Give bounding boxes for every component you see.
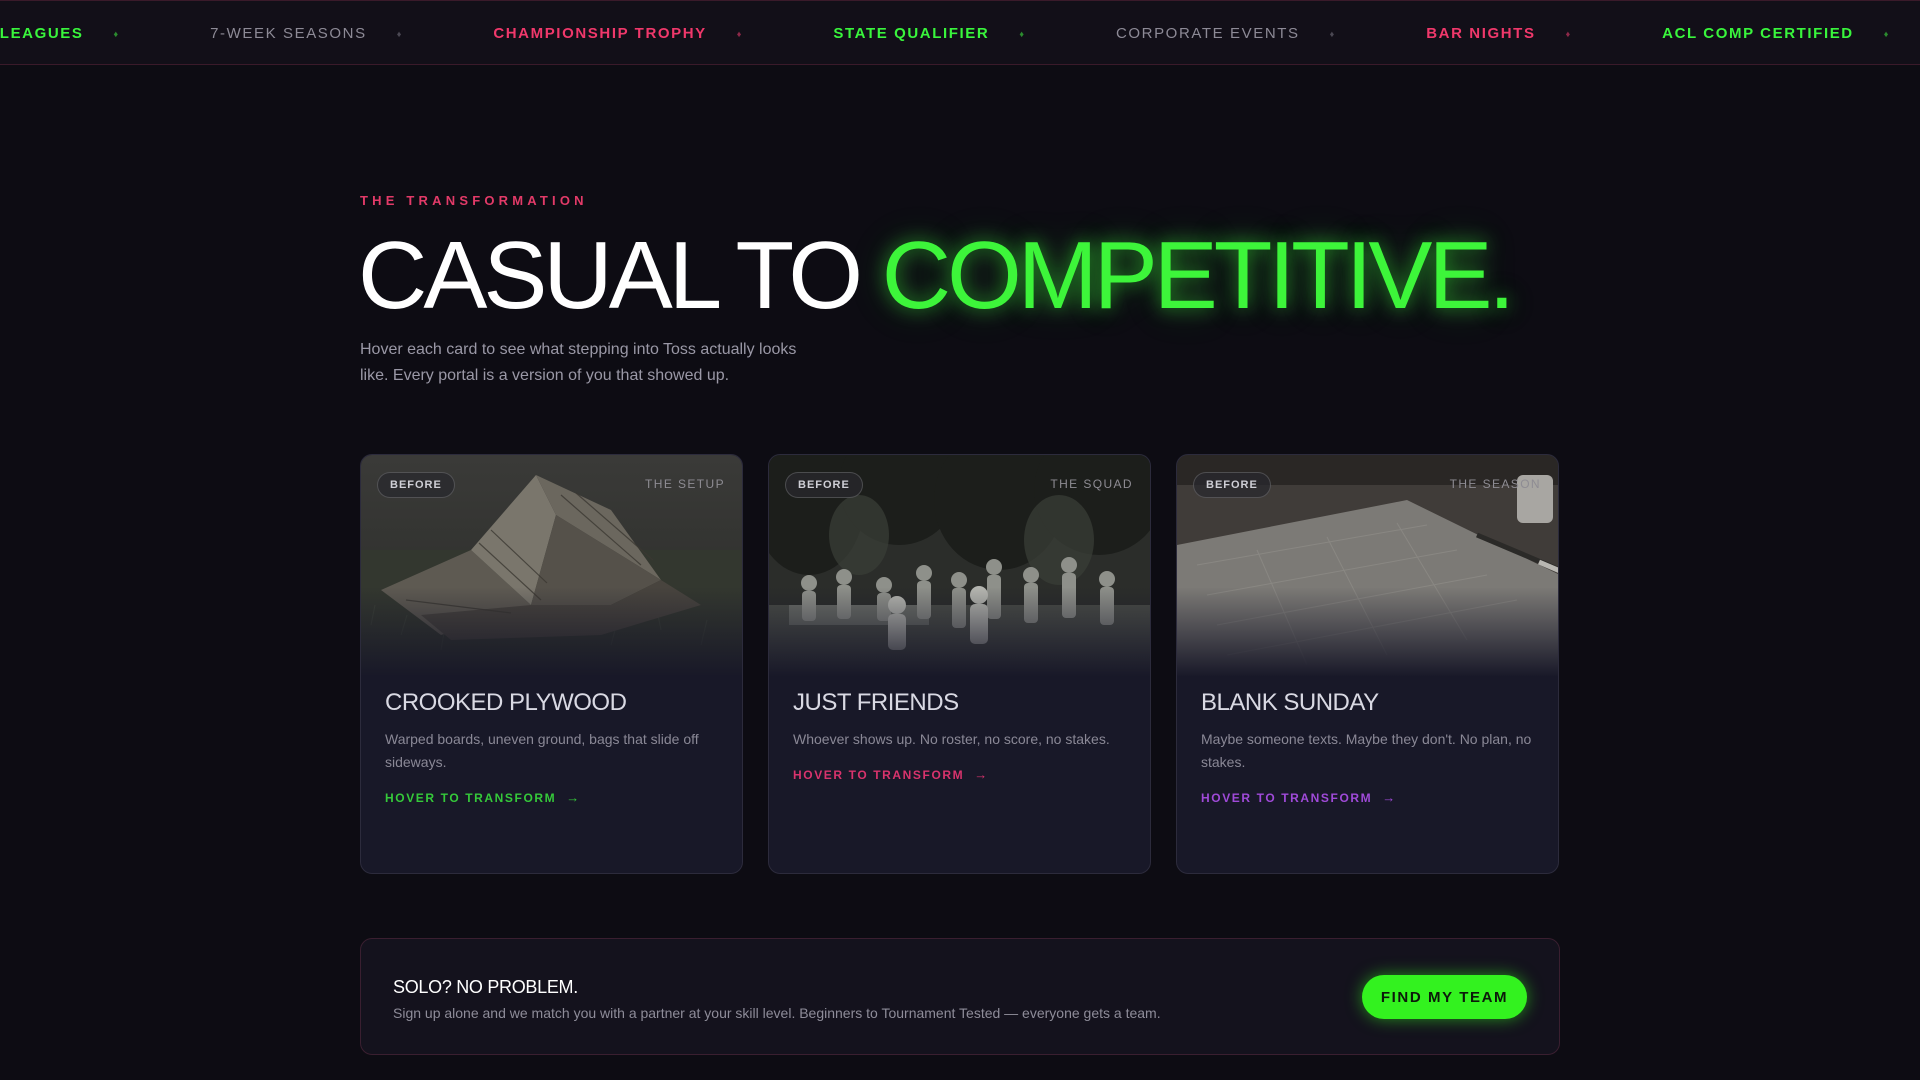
diamond-separator-icon: ♦ [1019, 28, 1024, 39]
page-title: CASUAL TO COMPETITIVE. [358, 222, 1515, 330]
ticker-item: 7-WEEK SEASONS [210, 25, 367, 42]
diamond-separator-icon: ♦ [1565, 28, 1571, 39]
hover-to-transform-link[interactable]: HOVER TO TRANSFORM → [385, 790, 581, 805]
headline-accent: COMPETITIVE. [881, 222, 1515, 329]
solo-signup-banner: SOLO? NO PROBLEM. Sign up alone and we m… [360, 938, 1560, 1055]
hover-to-transform-link[interactable]: HOVER TO TRANSFORM → [1201, 790, 1397, 805]
banner-title: SOLO? NO PROBLEM. [393, 977, 578, 997]
ticker-track: ED LEAGUES ♦ 7-WEEK SEASONS ♦ CHAMPIONSH… [0, 1, 1920, 64]
arrow-right-icon: → [566, 790, 581, 805]
diamond-separator-icon: ♦ [113, 28, 119, 39]
blank-calendar-desk-photo: BEFORE THE SEASON [1177, 455, 1558, 677]
card-crooked-plywood[interactable]: BEFORE THE SETUP CROOKED PLYWOOD Warped … [360, 454, 743, 874]
ticker-item: CHAMPIONSHIP TROPHY [493, 25, 707, 42]
card-title: BLANK SUNDAY [1201, 689, 1379, 716]
before-badge: BEFORE [785, 472, 863, 498]
diamond-separator-icon: ♦ [396, 28, 402, 39]
card-just-friends[interactable]: BEFORE THE SQUAD JUST FRIENDS Whoever sh… [768, 454, 1151, 874]
card-description: Maybe someone texts. Maybe they don't. N… [1201, 731, 1532, 770]
before-badge: BEFORE [377, 472, 455, 498]
before-badge: BEFORE [1193, 472, 1271, 498]
broken-cornhole-board-photo: BEFORE THE SETUP [361, 455, 742, 677]
ticker-item: CORPORATE EVENTS [1115, 25, 1300, 42]
arrow-right-icon: → [974, 767, 989, 782]
ticker-item: BAR NIGHTS [1426, 25, 1536, 42]
cta-label: HOVER TO TRANSFORM [793, 767, 965, 782]
card-category-tag: THE SQUAD [1050, 477, 1133, 491]
banner-subtitle: Sign up alone and we match you with a pa… [393, 1005, 1161, 1021]
headline-plain: CASUAL TO [358, 222, 882, 329]
card-category-tag: THE SETUP [645, 477, 725, 491]
ticker-item: ACL COMP CERTIFIED [1662, 25, 1854, 42]
card-description: Whoever shows up. No roster, no score, n… [793, 731, 1110, 747]
diamond-separator-icon: ♦ [1883, 28, 1889, 39]
friends-outdoor-gathering-photo: BEFORE THE SQUAD [769, 455, 1150, 677]
cta-label: HOVER TO TRANSFORM [1201, 790, 1373, 805]
transformation-cards: BEFORE THE SETUP CROOKED PLYWOOD Warped … [360, 454, 1559, 874]
card-title: CROOKED PLYWOOD [385, 689, 627, 716]
section-eyebrow: THE TRANSFORMATION [360, 193, 588, 208]
card-description: Warped boards, uneven ground, bags that … [385, 731, 699, 770]
hero-description: Hover each card to see what stepping int… [360, 341, 797, 384]
diamond-separator-icon: ♦ [1329, 28, 1335, 39]
cta-label: HOVER TO TRANSFORM [385, 790, 557, 805]
card-blank-sunday[interactable]: BEFORE THE SEASON BLANK SUNDAY Maybe som… [1176, 454, 1559, 874]
marquee-ticker: ED LEAGUES ♦ 7-WEEK SEASONS ♦ CHAMPIONSH… [0, 0, 1920, 65]
card-title: JUST FRIENDS [793, 689, 959, 716]
ticker-item: STATE QUALIFIER [833, 25, 990, 42]
ticker-item: ED LEAGUES [0, 25, 84, 42]
find-my-team-button[interactable]: FIND MY TEAM [1362, 975, 1527, 1019]
card-category-tag: THE SEASON [1449, 477, 1541, 491]
diamond-separator-icon: ♦ [736, 28, 742, 39]
arrow-right-icon: → [1382, 790, 1397, 805]
hover-to-transform-link[interactable]: HOVER TO TRANSFORM → [793, 767, 989, 782]
